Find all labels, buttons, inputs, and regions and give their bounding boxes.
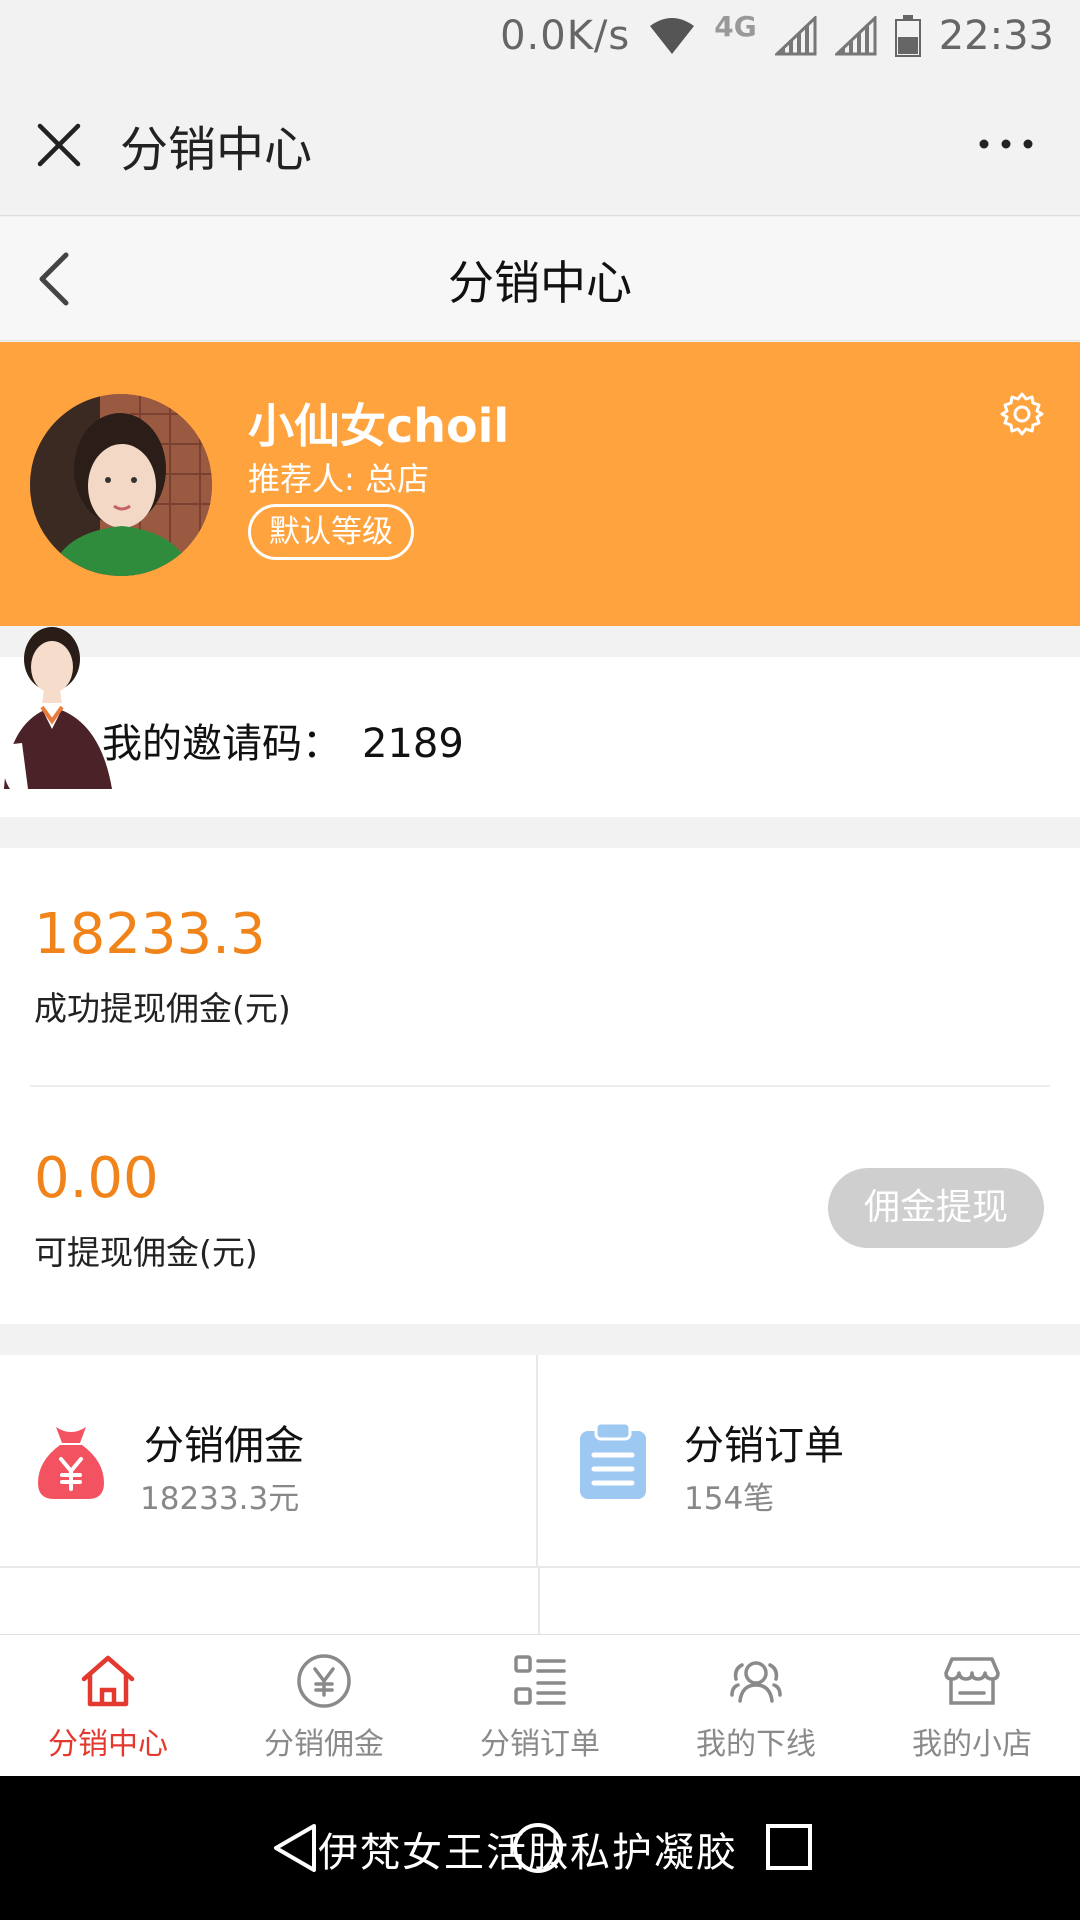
tab-my-downline[interactable]: 我的下线 bbox=[648, 1635, 864, 1776]
signal-icon bbox=[774, 16, 817, 56]
tab-my-shop[interactable]: 我的小店 bbox=[864, 1635, 1080, 1776]
divider bbox=[538, 1566, 540, 1636]
yen-circle-icon bbox=[297, 1654, 351, 1708]
recent-apps-icon[interactable] bbox=[764, 1822, 814, 1872]
profile-header: 小仙女choil 推荐人: 总店 默认等级 bbox=[0, 342, 1080, 626]
stat-commission-title: 分销佣金 bbox=[144, 1423, 304, 1469]
team-icon bbox=[730, 1661, 782, 1703]
tab-label: 分销佣金 bbox=[264, 1727, 384, 1762]
invite-code-value: 2189 bbox=[362, 721, 464, 767]
shop-icon bbox=[944, 1657, 1000, 1705]
list-grid-icon bbox=[514, 1655, 566, 1705]
clock-time: 22:33 bbox=[938, 13, 1054, 59]
withdrawn-label: 成功提现佣金(元) bbox=[34, 989, 291, 1028]
signal-icon-2 bbox=[834, 16, 877, 56]
referrer-text: 推荐人: 总店 bbox=[248, 460, 429, 498]
money-bag-icon bbox=[38, 1427, 104, 1499]
tab-label: 我的小店 bbox=[912, 1727, 1032, 1762]
commission-section: 18233.3 成功提现佣金(元) 0.00 可提现佣金(元) 佣金提现 bbox=[0, 848, 1080, 1324]
back-triangle-icon[interactable] bbox=[268, 1820, 324, 1876]
available-label: 可提现佣金(元) bbox=[34, 1233, 258, 1272]
page-nav-bar: 分销中心 bbox=[0, 217, 1080, 341]
page-title: 分销中心 bbox=[448, 256, 632, 310]
bottom-tab-bar: 分销中心 分销佣金 分销订单 我的下线 我的小店 bbox=[0, 1634, 1080, 1776]
webview-top-bar: 分销中心 bbox=[0, 72, 1080, 216]
avatar[interactable] bbox=[30, 394, 212, 576]
divider bbox=[0, 1566, 1080, 1568]
invite-code-label: 我的邀请码： bbox=[102, 721, 342, 767]
stat-commission-card[interactable]: 分销佣金 18233.3元 bbox=[0, 1355, 538, 1566]
invite-code-row: 我的邀请码： 2189 bbox=[102, 711, 464, 769]
webview-title: 分销中心 bbox=[120, 122, 313, 178]
divider bbox=[30, 1085, 1050, 1087]
tab-commission[interactable]: 分销佣金 bbox=[216, 1635, 432, 1776]
stats-grid: 分销佣金 18233.3元 分销订单 154笔 bbox=[0, 1355, 1080, 1636]
stat-orders-value: 154笔 bbox=[684, 1481, 775, 1517]
battery-icon bbox=[894, 15, 921, 57]
withdrawn-amount: 18233.3 bbox=[34, 902, 266, 967]
net-speed: 0.0K/s bbox=[500, 13, 631, 59]
more-dots-icon[interactable] bbox=[976, 132, 1036, 156]
invite-code-section: 我的邀请码： 2189 bbox=[0, 657, 1080, 817]
system-nav-bar: 伊梵女王活肽私护凝胶 bbox=[0, 1776, 1080, 1920]
status-bar: 0.0K/s 4G 22:33 bbox=[0, 0, 1080, 72]
tab-orders[interactable]: 分销订单 bbox=[432, 1635, 648, 1776]
tab-label: 分销订单 bbox=[480, 1727, 600, 1762]
available-amount: 0.00 bbox=[34, 1146, 159, 1211]
avatar-image bbox=[30, 394, 212, 576]
customer-service-mascot[interactable] bbox=[0, 625, 122, 789]
stat-orders-title: 分销订单 bbox=[684, 1423, 844, 1469]
level-badge: 默认等级 bbox=[248, 504, 414, 560]
tab-distribution-center[interactable]: 分销中心 bbox=[0, 1635, 216, 1776]
tab-label: 我的下线 bbox=[696, 1727, 816, 1762]
stat-orders-card[interactable]: 分销订单 154笔 bbox=[540, 1355, 1078, 1566]
network-type: 4G bbox=[714, 9, 757, 43]
withdraw-button[interactable]: 佣金提现 bbox=[828, 1168, 1044, 1248]
home-icon bbox=[81, 1655, 135, 1707]
clipboard-icon bbox=[580, 1421, 646, 1499]
watermark-text: 伊梵女王活肽私护凝胶 bbox=[318, 1830, 738, 1876]
username: 小仙女choil bbox=[248, 399, 510, 453]
wifi-icon bbox=[650, 18, 695, 54]
close-icon[interactable] bbox=[34, 120, 84, 170]
tab-label: 分销中心 bbox=[48, 1727, 168, 1762]
stat-commission-value: 18233.3元 bbox=[140, 1481, 300, 1517]
gear-icon[interactable] bbox=[998, 390, 1046, 438]
